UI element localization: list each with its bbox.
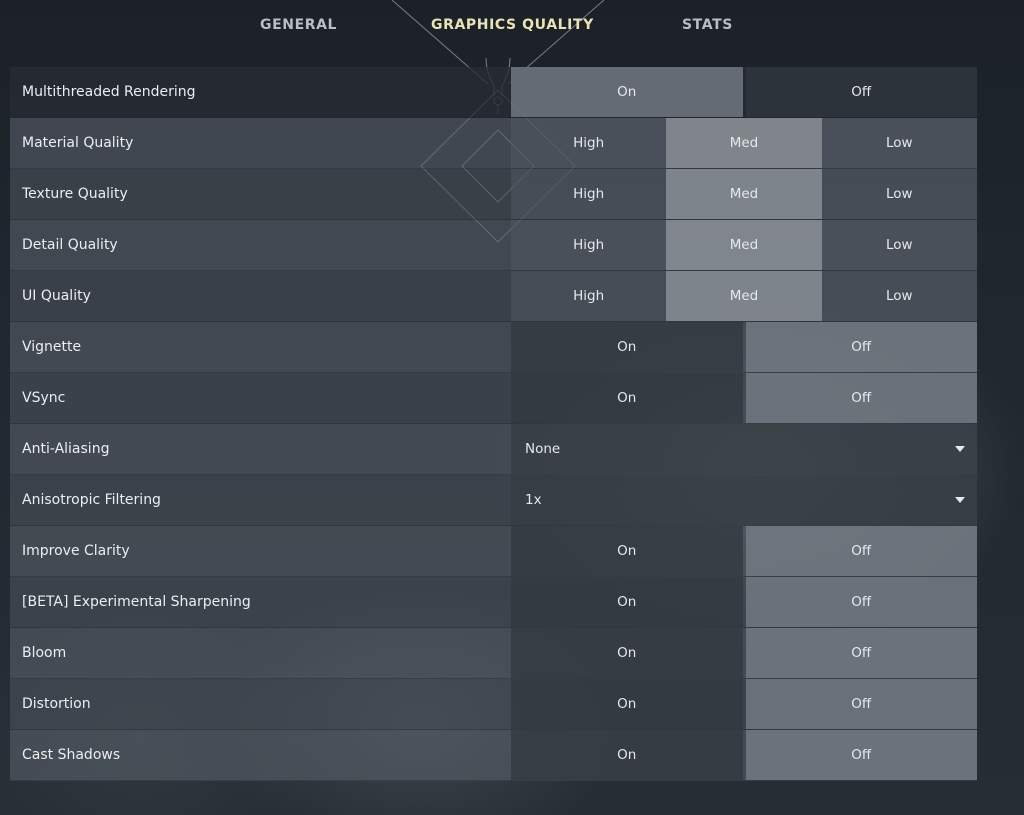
vsync-options: On Off [511, 373, 977, 423]
multithreaded-rendering-option-on[interactable]: On [511, 67, 743, 117]
tab-general[interactable]: GENERAL [260, 17, 337, 33]
material-quality-options: High Med Low [511, 118, 977, 168]
beta-experimental-sharpening-option-off[interactable]: Off [745, 577, 977, 627]
setting-row-beta-experimental-sharpening: [BETA] Experimental Sharpening On Off [10, 577, 977, 628]
setting-row-detail-quality: Detail Quality High Med Low [10, 220, 977, 271]
improve-clarity-options: On Off [511, 526, 977, 576]
bloom-option-off[interactable]: Off [745, 628, 977, 678]
setting-label-ui-quality: UI Quality [22, 288, 91, 304]
vignette-option-off[interactable]: Off [745, 322, 977, 372]
material-quality-option-low[interactable]: Low [821, 118, 977, 168]
multithreaded-rendering-option-off[interactable]: Off [745, 67, 977, 117]
vignette-options: On Off [511, 322, 977, 372]
cast-shadows-option-off[interactable]: Off [745, 730, 977, 780]
cast-shadows-option-on[interactable]: On [511, 730, 743, 780]
setting-label-bloom: Bloom [22, 645, 67, 661]
setting-row-anti-aliasing: Anti-Aliasing None [10, 424, 977, 475]
detail-quality-option-low[interactable]: Low [821, 220, 977, 270]
anti-aliasing-dropdown[interactable]: None [511, 424, 977, 474]
setting-label-beta-experimental-sharpening: [BETA] Experimental Sharpening [22, 594, 251, 610]
tab-stats[interactable]: STATS [682, 17, 733, 33]
setting-row-multithreaded-rendering: Multithreaded Rendering On Off [10, 67, 977, 118]
material-quality-option-high[interactable]: High [511, 118, 667, 168]
setting-row-ui-quality: UI Quality High Med Low [10, 271, 977, 322]
setting-label-multithreaded-rendering: Multithreaded Rendering [22, 84, 196, 100]
cast-shadows-options: On Off [511, 730, 977, 780]
setting-label-cast-shadows: Cast Shadows [22, 747, 121, 763]
settings-tab-bar: GENERAL GRAPHICS QUALITY STATS [0, 0, 1024, 56]
setting-row-bloom: Bloom On Off [10, 628, 977, 679]
setting-label-improve-clarity: Improve Clarity [22, 543, 130, 559]
ui-quality-option-low[interactable]: Low [821, 271, 977, 321]
setting-label-material-quality: Material Quality [22, 135, 134, 151]
ui-quality-option-high[interactable]: High [511, 271, 667, 321]
detail-quality-options: High Med Low [511, 220, 977, 270]
setting-row-distortion: Distortion On Off [10, 679, 977, 730]
bloom-options: On Off [511, 628, 977, 678]
setting-row-texture-quality: Texture Quality High Med Low [10, 169, 977, 220]
ui-quality-option-med[interactable]: Med [666, 271, 822, 321]
anisotropic-filtering-value: 1x [525, 492, 542, 508]
distortion-option-off[interactable]: Off [745, 679, 977, 729]
detail-quality-option-high[interactable]: High [511, 220, 667, 270]
setting-row-improve-clarity: Improve Clarity On Off [10, 526, 977, 577]
setting-label-texture-quality: Texture Quality [22, 186, 128, 202]
texture-quality-option-med[interactable]: Med [666, 169, 822, 219]
vsync-option-on[interactable]: On [511, 373, 743, 423]
anisotropic-filtering-dropdown[interactable]: 1x [511, 475, 977, 525]
graphics-settings-list: Multithreaded Rendering On Off Material Qua… [10, 67, 977, 781]
vsync-option-off[interactable]: Off [745, 373, 977, 423]
detail-quality-option-med[interactable]: Med [666, 220, 822, 270]
setting-label-detail-quality: Detail Quality [22, 237, 118, 253]
distortion-options: On Off [511, 679, 977, 729]
setting-label-distortion: Distortion [22, 696, 91, 712]
setting-label-vsync: VSync [22, 390, 66, 406]
tab-graphics-quality[interactable]: GRAPHICS QUALITY [431, 17, 594, 33]
setting-row-vsync: VSync On Off [10, 373, 977, 424]
setting-label-anti-aliasing: Anti-Aliasing [22, 441, 110, 457]
beta-experimental-sharpening-option-on[interactable]: On [511, 577, 743, 627]
texture-quality-option-high[interactable]: High [511, 169, 667, 219]
setting-label-vignette: Vignette [22, 339, 82, 355]
beta-experimental-sharpening-options: On Off [511, 577, 977, 627]
setting-label-anisotropic-filtering: Anisotropic Filtering [22, 492, 161, 508]
chevron-down-icon[interactable] [955, 497, 965, 503]
multithreaded-rendering-options: On Off [511, 67, 977, 117]
improve-clarity-option-off[interactable]: Off [745, 526, 977, 576]
material-quality-option-med[interactable]: Med [666, 118, 822, 168]
vignette-option-on[interactable]: On [511, 322, 743, 372]
texture-quality-option-low[interactable]: Low [821, 169, 977, 219]
setting-row-vignette: Vignette On Off [10, 322, 977, 373]
improve-clarity-option-on[interactable]: On [511, 526, 743, 576]
texture-quality-options: High Med Low [511, 169, 977, 219]
ui-quality-options: High Med Low [511, 271, 977, 321]
setting-row-cast-shadows: Cast Shadows On Off [10, 730, 977, 781]
setting-row-material-quality: Material Quality High Med Low [10, 118, 977, 169]
bloom-option-on[interactable]: On [511, 628, 743, 678]
distortion-option-on[interactable]: On [511, 679, 743, 729]
chevron-down-icon[interactable] [955, 446, 965, 452]
anti-aliasing-value: None [525, 441, 561, 457]
setting-row-anisotropic-filtering: Anisotropic Filtering 1x [10, 475, 977, 526]
